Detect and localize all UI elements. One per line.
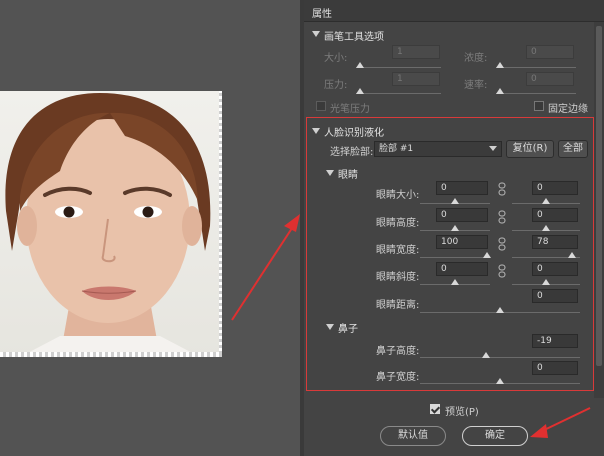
size-slider-track[interactable] (356, 67, 441, 68)
stylus-pressure-label: 光笔压力 (330, 104, 370, 115)
ok-button[interactable]: 确定 (462, 426, 528, 446)
highlight-box (306, 117, 594, 391)
portrait-face-icon (0, 91, 219, 357)
liquify-dialog: 属性 画笔工具选项 大小: 1 浓度: 0 压力: 1 速率: 0 光笔压力 固… (0, 0, 604, 456)
density-label: 浓度: (464, 53, 488, 64)
default-button[interactable]: 默认值 (380, 426, 446, 446)
density-slider-knob[interactable] (496, 62, 504, 68)
rate-field[interactable]: 0 (526, 72, 574, 86)
rate-slider-knob[interactable] (496, 88, 504, 94)
density-field[interactable]: 0 (526, 45, 574, 59)
size-field[interactable]: 1 (392, 45, 440, 59)
collapse-triangle-icon[interactable] (312, 31, 320, 37)
image-canvas[interactable] (0, 0, 300, 456)
panel-title: 属性 (312, 9, 332, 20)
panel-header: 属性 (304, 0, 604, 22)
density-slider-track[interactable] (496, 67, 576, 68)
panel-scrollbar[interactable] (594, 22, 604, 398)
portrait-photo[interactable] (0, 91, 219, 357)
transparency-edge-right (219, 91, 222, 357)
size-slider-knob[interactable] (356, 62, 364, 68)
preview-checkbox[interactable] (430, 404, 440, 414)
pressure-slider-knob[interactable] (356, 88, 364, 94)
rate-label: 速率: (464, 80, 488, 91)
size-label: 大小: (324, 53, 348, 64)
preview-label: 预览(P) (445, 407, 479, 418)
transparency-edge-bottom (0, 352, 222, 357)
scrollbar-thumb[interactable] (596, 26, 602, 366)
pin-edges-label: 固定边缘 (548, 104, 588, 115)
stylus-pressure-checkbox[interactable] (316, 101, 326, 111)
pressure-label: 压力: (324, 80, 348, 91)
rate-slider-track[interactable] (496, 93, 576, 94)
pressure-field[interactable]: 1 (392, 72, 440, 86)
brush-section-label[interactable]: 画笔工具选项 (324, 28, 384, 43)
pressure-slider-track[interactable] (356, 93, 441, 94)
pin-edges-checkbox[interactable] (534, 101, 544, 111)
